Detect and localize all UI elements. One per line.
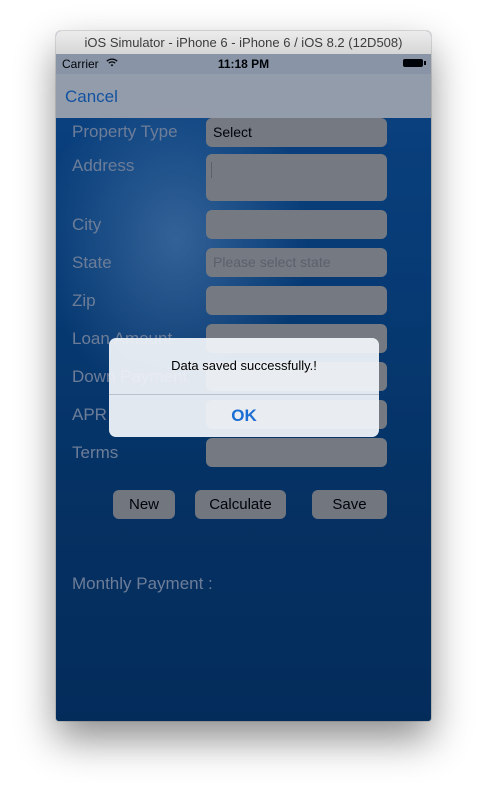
- alert-ok-button[interactable]: OK: [109, 395, 379, 437]
- window-title: iOS Simulator - iPhone 6 - iPhone 6 / iO…: [56, 31, 431, 55]
- simulator-window: iOS Simulator - iPhone 6 - iPhone 6 / iO…: [56, 31, 431, 721]
- alert-dialog: Data saved successfully.! OK: [109, 338, 379, 437]
- alert-message: Data saved successfully.!: [171, 358, 317, 373]
- app-screen: Carrier 11:18 PM Cancel Property Type Se…: [56, 54, 431, 721]
